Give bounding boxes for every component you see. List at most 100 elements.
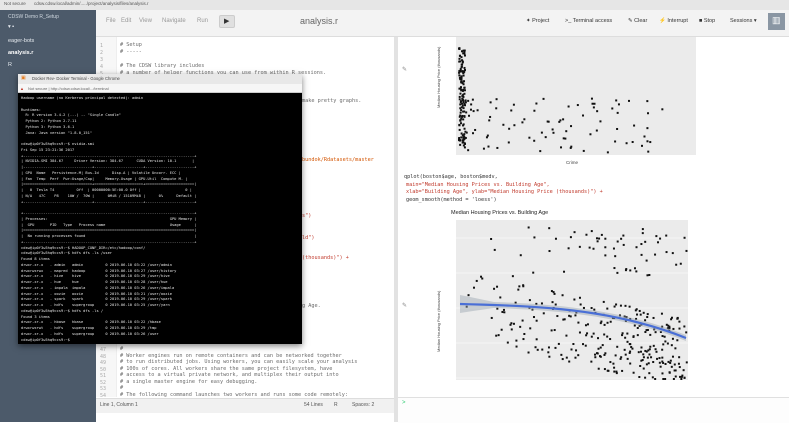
plot2-point: [621, 334, 624, 337]
plot2-point: [536, 348, 539, 351]
plot1-point: [459, 92, 462, 95]
plot1-point: [647, 150, 650, 153]
plot2-point: [609, 338, 612, 341]
plot1-point: [460, 75, 463, 78]
menu-run[interactable]: Run: [197, 18, 208, 24]
plot1-point: [495, 107, 498, 110]
plot2-point: [621, 332, 624, 335]
play-icon: ▶: [224, 18, 230, 25]
line-number: 1: [100, 43, 104, 49]
terminal-line: drwxr-xr-x - hbase hbase 0 2019-06-10 03…: [21, 320, 161, 325]
plot2-point: [648, 273, 651, 276]
run-button[interactable]: ▶: [219, 15, 235, 28]
plot1-point: [507, 141, 510, 144]
plot2-point: [586, 332, 589, 335]
console-input[interactable]: >: [398, 397, 789, 423]
plot1-point: [462, 118, 465, 121]
plot2-point: [670, 344, 673, 347]
plot2-point: [683, 236, 686, 239]
plot2-point: [554, 237, 557, 240]
plot2-point: [685, 249, 688, 252]
plot2-point: [602, 300, 605, 303]
plot2-point: [496, 285, 499, 288]
stop-button[interactable]: ■ Stop: [699, 18, 715, 24]
code-line: # Setup: [120, 42, 142, 48]
project-header[interactable]: CDSW Demo R_Setup: [8, 14, 59, 20]
interrupt-button[interactable]: ⚡ Interrupt: [659, 18, 688, 24]
terminal-line: Java: Java version "1.8.0_151": [21, 130, 93, 135]
terminal-line: cdsw@ip0f3w3hq9ccs9:~$ hdfs dfs -ls /use…: [21, 251, 113, 256]
plot2-point: [490, 237, 493, 240]
terminal-line: |-------------------------------+-------…: [21, 165, 197, 169]
plot2-point: [519, 325, 522, 328]
plot-link-icon[interactable]: ✎: [402, 66, 407, 73]
plot2-point: [646, 274, 649, 277]
menu-edit[interactable]: Edit: [121, 18, 131, 24]
menu-view[interactable]: View: [139, 18, 152, 24]
plot1-point: [464, 136, 467, 139]
clear-button[interactable]: ✎ Clear: [628, 18, 647, 24]
layout-toggle-button[interactable]: ▥: [768, 13, 785, 30]
plot2-point: [665, 323, 668, 326]
plot1-point: [459, 101, 462, 104]
plot1-point: [465, 131, 468, 134]
plot1-point: [458, 95, 461, 98]
plot1-point: [593, 102, 596, 105]
line-number: 53: [100, 386, 107, 392]
sidebar-item-analysis[interactable]: analysis.r: [8, 50, 33, 56]
plot2-point: [613, 370, 616, 373]
plot2-point: [656, 357, 659, 360]
sidebar-item-r[interactable]: R: [8, 62, 12, 68]
plot2-point: [553, 292, 556, 295]
plot1-point: [458, 47, 461, 50]
terminal-line: drwxr-xr-x - impala impala 0 2019-06-10 …: [21, 285, 175, 290]
sidebar-item-eager-bots[interactable]: eager-bots: [8, 38, 34, 44]
plot2-point: [590, 335, 593, 338]
menu-navigate[interactable]: Navigate: [162, 18, 186, 24]
terminal-line: Python 2: Python 2.7.11: [21, 119, 77, 123]
plot2-point: [676, 317, 679, 320]
plot1-point: [459, 103, 462, 106]
plot-link-icon-2[interactable]: ✎: [402, 302, 407, 309]
plot1-point: [487, 145, 490, 148]
folder-icon[interactable]: ▾ ▪: [8, 24, 14, 30]
terminal-access-button[interactable]: >_ Terminal access: [565, 18, 612, 24]
language-mode[interactable]: R: [334, 402, 338, 408]
plot1-point: [523, 118, 526, 121]
plot2-point: [574, 356, 577, 359]
plot2-point: [660, 312, 663, 315]
plot1-point: [462, 138, 465, 141]
menu-file[interactable]: File: [106, 18, 116, 24]
columns-icon: ▥: [772, 15, 781, 25]
plot2-point: [655, 350, 658, 353]
plot2-point: [588, 246, 591, 249]
terminal-line: drwxr-xr-x - spark spark 0 2019-06-10 03…: [21, 297, 172, 302]
plot2-point: [664, 362, 667, 365]
plot1-point: [458, 137, 461, 140]
plot2-point: [678, 356, 681, 359]
plot2-point: [671, 337, 674, 340]
terminal-line: cdsw@ip0f3w3hq9ccs9:~$: [21, 337, 73, 342]
plot2-point: [592, 332, 595, 335]
indent-setting[interactable]: Spaces: 2: [352, 402, 374, 408]
sessions-dropdown[interactable]: Sessions ▾: [730, 18, 757, 24]
project-button[interactable]: ✦ Project: [526, 18, 549, 24]
line-number: 52: [100, 379, 107, 386]
plot2-point: [679, 262, 682, 265]
plot2-point: [582, 306, 585, 309]
code-fragment: bundok/Rdatasets/master: [302, 157, 374, 163]
code-fragment: make pretty graphs.: [302, 98, 362, 104]
browser-address-bar[interactable]: cdsw.cdsw.local/admin/...../project/anal…: [34, 1, 149, 6]
plot2-point: [641, 228, 644, 231]
plot2-point: [565, 356, 568, 359]
plot2-point: [527, 226, 530, 229]
plot2-point: [515, 345, 518, 348]
plot1-point: [463, 66, 466, 69]
plot2-point: [535, 338, 538, 341]
plot2-point: [506, 341, 509, 344]
plot1-point: [649, 141, 652, 144]
plot1-point: [512, 103, 515, 106]
plot2-point: [661, 356, 664, 359]
plot2-point: [572, 343, 575, 346]
plot2-point: [628, 305, 631, 308]
